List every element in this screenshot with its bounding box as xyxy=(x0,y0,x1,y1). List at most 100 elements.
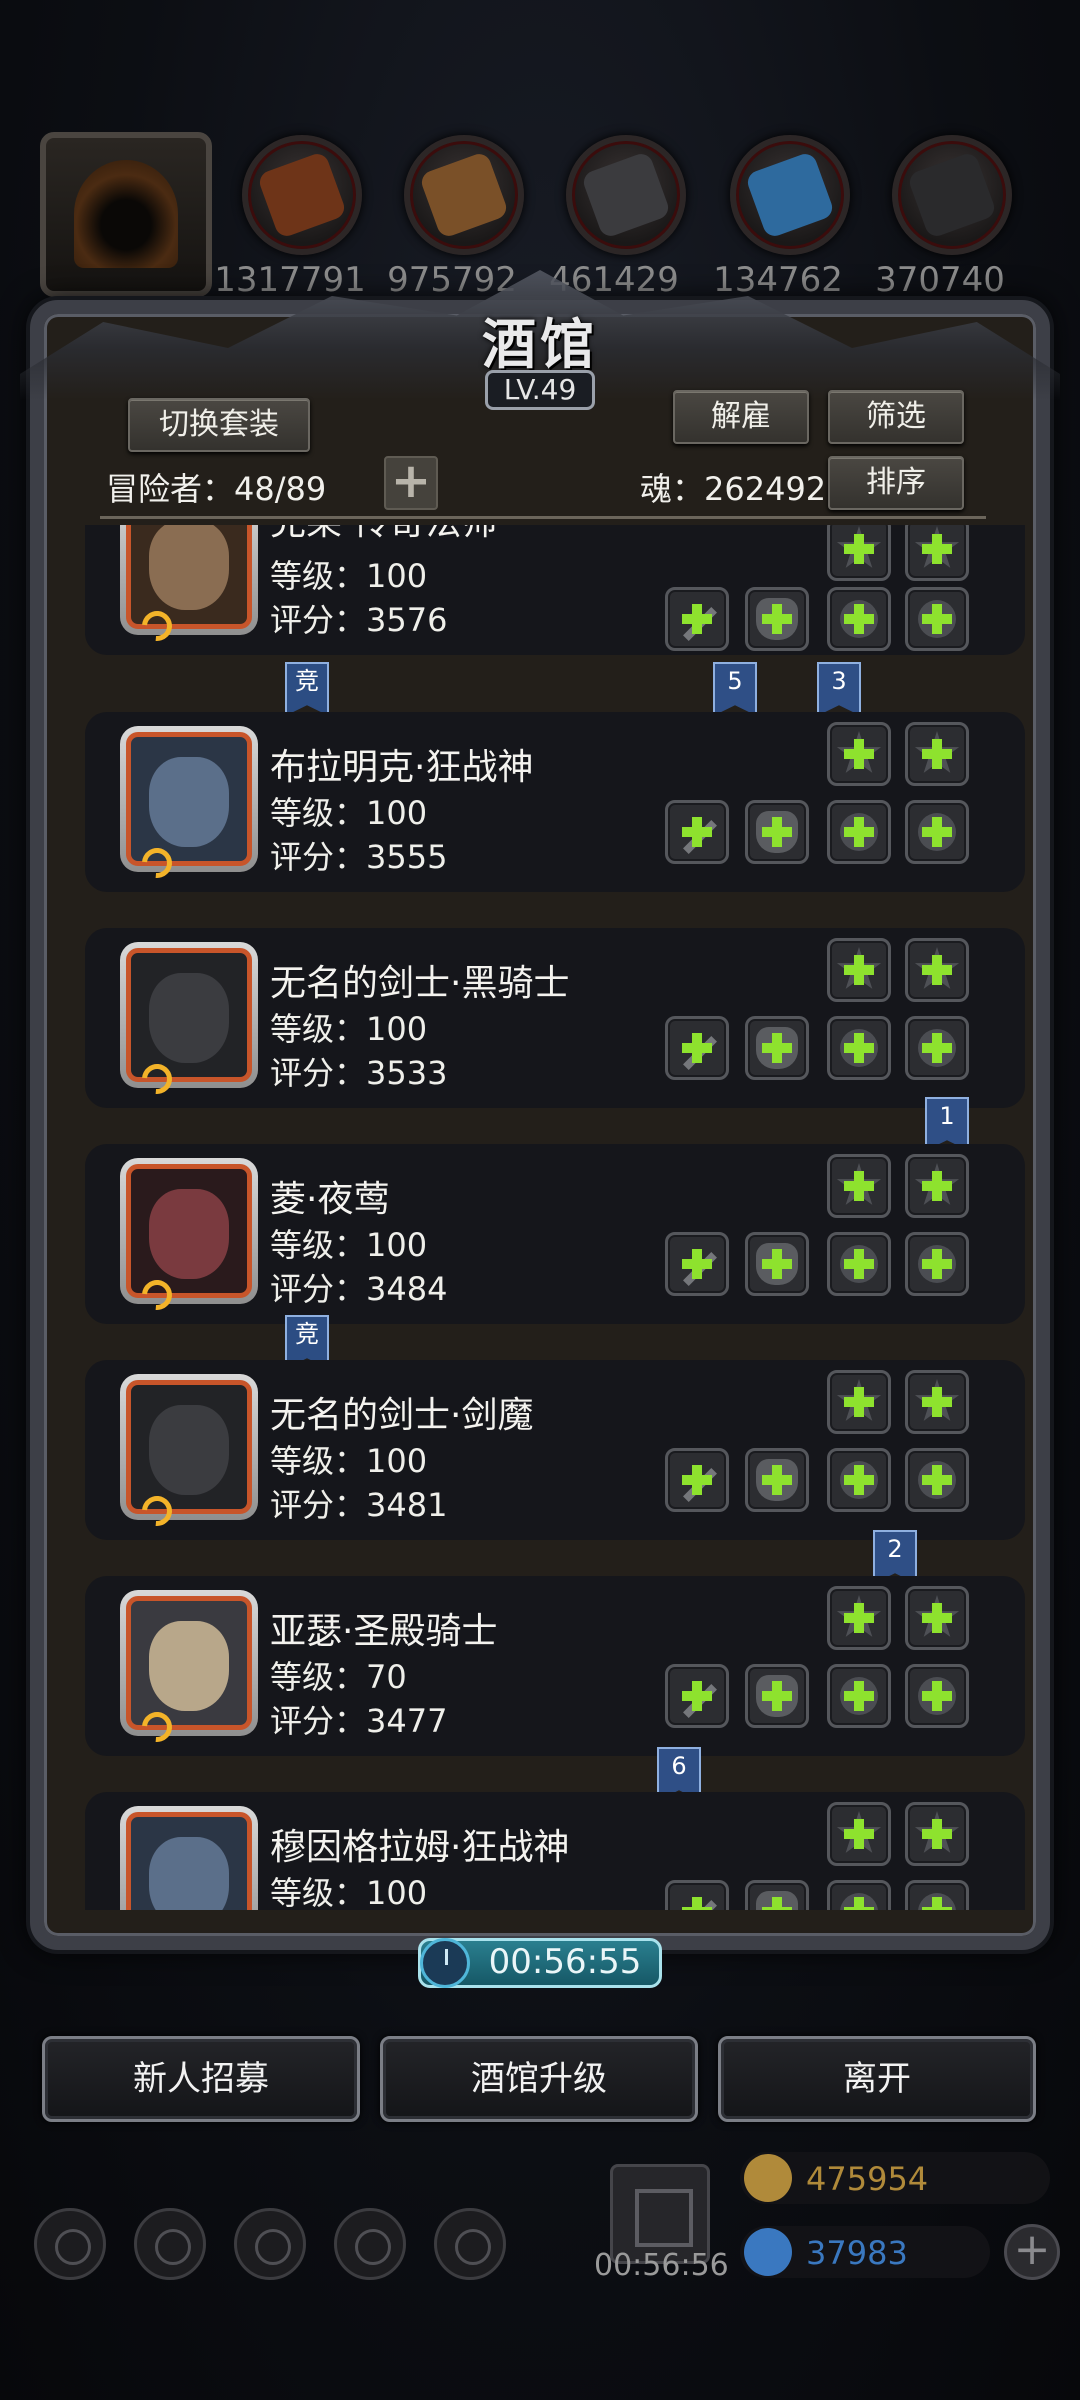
resource-slot-4[interactable] xyxy=(730,135,850,255)
hero-card[interactable]: 无名的剑士·剑魔 等级：100 评分：3481 xyxy=(85,1360,1025,1540)
hero-score: 评分：3484 xyxy=(270,1270,448,1308)
equip-slot-accessory[interactable] xyxy=(905,938,969,1002)
resource-slot-3[interactable] xyxy=(566,135,686,255)
arena-tag: 竞 xyxy=(285,662,329,716)
refresh-timer: 00:56:55 xyxy=(488,1942,642,1982)
gift-timer: 00:56:56 xyxy=(594,2248,729,2283)
equip-slot-amulet[interactable] xyxy=(905,800,969,864)
equip-slot-weapon[interactable] xyxy=(665,1880,729,1910)
diamond-value: 37983 xyxy=(806,2234,908,2272)
hero-level: 等级：100 xyxy=(270,1226,428,1264)
equip-slot-accessory[interactable] xyxy=(905,1586,969,1650)
add-diamond-button[interactable]: + xyxy=(1004,2224,1060,2280)
hood-icon xyxy=(74,160,178,268)
equip-slot-amulet[interactable] xyxy=(905,1016,969,1080)
equip-slot-amulet[interactable] xyxy=(905,1880,969,1910)
equip-slot-weapon[interactable] xyxy=(665,1448,729,1512)
iron-icon xyxy=(580,150,672,240)
sword-demon-helmet-icon xyxy=(149,1405,229,1495)
hero-name: 穆因格拉姆·狂战神 xyxy=(270,1827,570,1868)
equip-slot-weapon[interactable] xyxy=(665,800,729,864)
equip-slot-armor[interactable] xyxy=(745,1232,809,1296)
hero-list[interactable]: 克莱·传奇法师 等级：100 评分：3576 竞 5 3 布拉明克·狂战神 等级… xyxy=(85,525,1035,1910)
equip-slot-ring[interactable] xyxy=(827,1664,891,1728)
equip-slot-helmet[interactable] xyxy=(827,1802,891,1866)
equip-slot-weapon[interactable] xyxy=(665,587,729,651)
hero-card[interactable]: 菱·夜莺 等级：100 评分：3484 xyxy=(85,1144,1025,1324)
equip-slot-armor[interactable] xyxy=(745,1880,809,1910)
equip-slot-helmet[interactable] xyxy=(827,1370,891,1434)
tavern-screen: { "resources": [ {"value": "1317791", "c… xyxy=(0,0,1080,2400)
achievement-icon[interactable] xyxy=(134,2208,206,2280)
equip-slot-ring[interactable] xyxy=(827,1448,891,1512)
resource-slot-5[interactable] xyxy=(892,135,1012,255)
hero-portrait xyxy=(120,1590,258,1736)
equip-slot-ring[interactable] xyxy=(827,1016,891,1080)
equip-slot-amulet[interactable] xyxy=(905,1232,969,1296)
wood-icon xyxy=(418,150,510,240)
equip-slot-accessory[interactable] xyxy=(905,722,969,786)
dismiss-button[interactable]: 解雇 xyxy=(673,390,809,444)
resource-slot-2[interactable] xyxy=(404,135,524,255)
settings-icon[interactable] xyxy=(34,2208,106,2280)
equip-slot-weapon[interactable] xyxy=(665,1232,729,1296)
recruit-button[interactable]: 新人招募 xyxy=(42,2036,360,2122)
mail-icon[interactable] xyxy=(334,2208,406,2280)
hero-name: 无名的剑士·黑骑士 xyxy=(270,963,570,1004)
equip-slot-accessory[interactable] xyxy=(905,525,969,581)
equip-slot-weapon[interactable] xyxy=(665,1664,729,1728)
equip-slot-amulet[interactable] xyxy=(905,587,969,651)
hero-level: 等级：100 xyxy=(270,1010,428,1048)
shop-icon[interactable] xyxy=(434,2208,506,2280)
equip-slot-ring[interactable] xyxy=(827,1232,891,1296)
equip-slot-helmet[interactable] xyxy=(827,938,891,1002)
hero-card[interactable]: 穆因格拉姆·狂战神 等级：100 xyxy=(85,1792,1025,1910)
equip-slot-helmet[interactable] xyxy=(827,1586,891,1650)
expand-capacity-button[interactable]: + xyxy=(384,456,438,510)
berserker-face-icon xyxy=(149,757,229,847)
hero-portrait xyxy=(120,1806,258,1910)
equip-slot-helmet[interactable] xyxy=(827,525,891,581)
equip-slot-helmet[interactable] xyxy=(827,1154,891,1218)
equip-slot-ring[interactable] xyxy=(827,587,891,651)
equip-slot-weapon[interactable] xyxy=(665,1016,729,1080)
hero-card[interactable]: 无名的剑士·黑骑士 等级：100 评分：3533 xyxy=(85,928,1025,1108)
coal-icon xyxy=(906,150,998,240)
hero-score: 评分：3481 xyxy=(270,1486,448,1524)
team-tag: 3 xyxy=(817,662,861,716)
hero-portrait-slot[interactable] xyxy=(40,132,212,297)
hero-name: 菱·夜莺 xyxy=(270,1179,390,1220)
leave-button[interactable]: 离开 xyxy=(718,2036,1036,2122)
hero-name: 亚瑟·圣殿骑士 xyxy=(270,1611,498,1652)
hero-score: 评分：3555 xyxy=(270,838,448,876)
equip-slot-helmet[interactable] xyxy=(827,722,891,786)
berserker-face-icon xyxy=(149,1837,229,1910)
hero-score: 评分：3533 xyxy=(270,1054,448,1092)
resource-slot-1[interactable] xyxy=(242,135,362,255)
map-icon[interactable] xyxy=(234,2208,306,2280)
gold-counter: 475954 xyxy=(740,2152,1050,2204)
hero-card[interactable]: 布拉明克·狂战神 等级：100 评分：3555 xyxy=(85,712,1025,892)
sort-button[interactable]: 排序 xyxy=(828,456,964,510)
hero-score: 评分：3477 xyxy=(270,1702,448,1740)
equip-slot-ring[interactable] xyxy=(827,1880,891,1910)
equip-slot-armor[interactable] xyxy=(745,1448,809,1512)
equip-slot-armor[interactable] xyxy=(745,1016,809,1080)
equip-slot-amulet[interactable] xyxy=(905,1448,969,1512)
equip-slot-armor[interactable] xyxy=(745,1664,809,1728)
upgrade-tavern-button[interactable]: 酒馆升级 xyxy=(380,2036,698,2122)
equip-slot-accessory[interactable] xyxy=(905,1802,969,1866)
filter-button[interactable]: 筛选 xyxy=(828,390,964,444)
equip-slot-accessory[interactable] xyxy=(905,1154,969,1218)
equip-slot-armor[interactable] xyxy=(745,587,809,651)
hero-name: 布拉明克·狂战神 xyxy=(270,747,534,788)
equip-slot-armor[interactable] xyxy=(745,800,809,864)
hero-card[interactable]: 克莱·传奇法师 等级：100 评分：3576 xyxy=(85,525,1025,655)
gold-value: 475954 xyxy=(806,2160,929,2198)
switch-outfit-button[interactable]: 切换套装 xyxy=(128,398,310,452)
hero-card[interactable]: 亚瑟·圣殿骑士 等级：70 评分：3477 xyxy=(85,1576,1025,1756)
equip-slot-accessory[interactable] xyxy=(905,1370,969,1434)
equip-slot-amulet[interactable] xyxy=(905,1664,969,1728)
equip-slot-ring[interactable] xyxy=(827,800,891,864)
templar-face-icon xyxy=(149,1621,229,1711)
